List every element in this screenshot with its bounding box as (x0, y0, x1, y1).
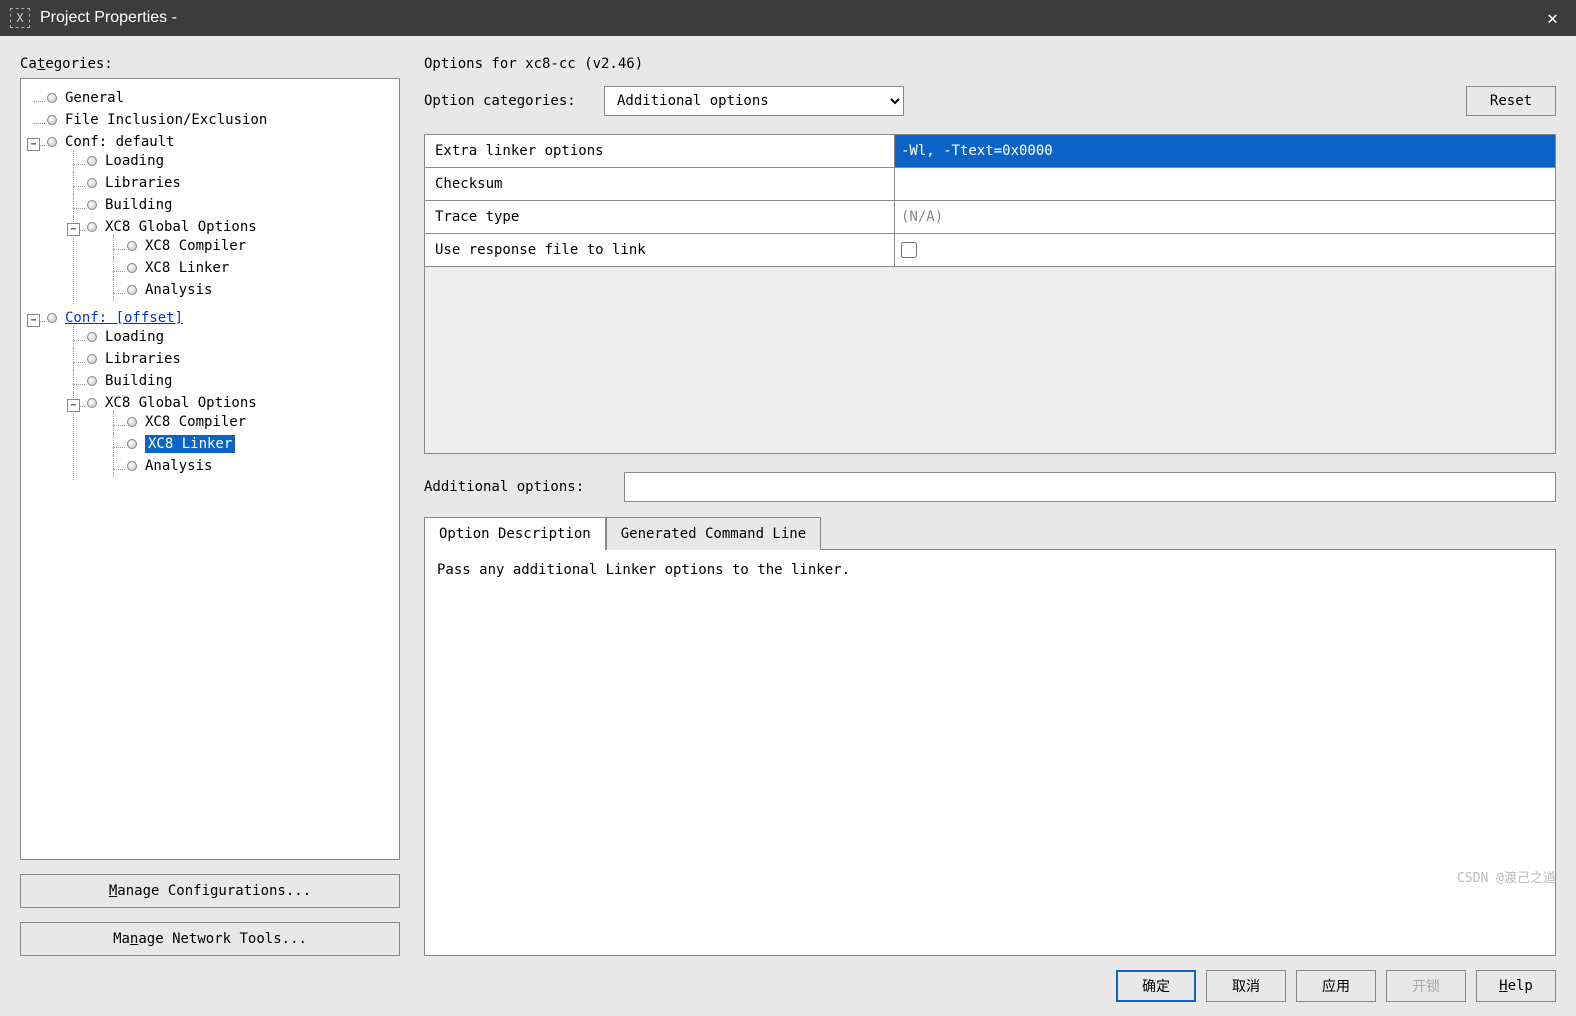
tree-item-general[interactable]: General (27, 87, 393, 109)
tree-item-analysis-offset[interactable]: Analysis (107, 455, 393, 477)
tree-item-xc8-linker-offset-selected[interactable]: XC8 Linker (107, 433, 393, 455)
app-icon: X (10, 8, 30, 28)
tree-item-loading[interactable]: Loading (67, 150, 393, 172)
manage-configurations-button[interactable]: Manage Configurations... (20, 874, 400, 908)
help-button[interactable]: Help (1476, 970, 1556, 1002)
tree-item-xc8-global-offset[interactable]: −XC8 Global Options XC8 Compiler XC8 Lin… (67, 392, 393, 480)
use-response-file-checkbox[interactable] (901, 242, 917, 258)
tab-generated-command-line[interactable]: Generated Command Line (606, 517, 821, 550)
tree-item-xc8-compiler[interactable]: XC8 Compiler (107, 235, 393, 257)
collapse-icon[interactable]: − (27, 314, 40, 327)
categories-tree[interactable]: General File Inclusion/Exclusion −Conf: … (20, 78, 400, 860)
row-checksum[interactable]: Checksum (425, 168, 1555, 201)
tree-item-xc8-compiler-offset[interactable]: XC8 Compiler (107, 411, 393, 433)
tree-item-building-offset[interactable]: Building (67, 370, 393, 392)
tree-item-file-inclusion[interactable]: File Inclusion/Exclusion (27, 109, 393, 131)
reset-button[interactable]: Reset (1466, 86, 1556, 116)
unlock-button: 开锁 (1386, 970, 1466, 1002)
tab-option-description[interactable]: Option Description (424, 517, 606, 550)
tree-item-analysis[interactable]: Analysis (107, 279, 393, 301)
tree-item-xc8-global[interactable]: −XC8 Global Options XC8 Compiler XC8 Lin… (67, 216, 393, 304)
categories-label: Categories: (20, 56, 400, 72)
additional-options-label: Additional options: (424, 479, 624, 495)
options-table: Extra linker options Checksum Trace type… (424, 134, 1556, 454)
ok-button[interactable]: 确定 (1116, 970, 1196, 1002)
apply-button[interactable]: 应用 (1296, 970, 1376, 1002)
row-trace-type[interactable]: Trace type (N/A) (425, 201, 1555, 234)
trace-type-value: (N/A) (895, 201, 1555, 233)
tree-item-libraries-offset[interactable]: Libraries (67, 348, 393, 370)
titlebar: X Project Properties - ✕ (0, 0, 1576, 36)
tree-item-xc8-linker[interactable]: XC8 Linker (107, 257, 393, 279)
option-categories-select[interactable]: Additional options (604, 86, 904, 116)
row-use-response-file[interactable]: Use response file to link (425, 234, 1555, 267)
collapse-icon[interactable]: − (27, 138, 40, 151)
option-categories-label: Option categories: (424, 93, 604, 109)
tree-item-loading-offset[interactable]: Loading (67, 326, 393, 348)
checksum-input[interactable] (901, 176, 1549, 192)
tree-item-conf-default[interactable]: −Conf: default Loading Libraries Buildin… (27, 131, 393, 307)
collapse-icon[interactable]: − (67, 223, 80, 236)
tree-item-building[interactable]: Building (67, 194, 393, 216)
cancel-button[interactable]: 取消 (1206, 970, 1286, 1002)
options-title: Options for xc8-cc (v2.46) (424, 56, 1556, 72)
tree-item-conf-offset[interactable]: −Conf: [offset] Loading Libraries Buildi… (27, 307, 393, 483)
window-title: Project Properties - (40, 9, 1539, 27)
dialog-footer: 确定 取消 应用 开锁 Help (20, 956, 1556, 1006)
close-icon[interactable]: ✕ (1539, 8, 1566, 29)
additional-options-input[interactable] (624, 472, 1556, 502)
manage-network-tools-button[interactable]: Manage Network Tools... (20, 922, 400, 956)
description-text: Pass any additional Linker options to th… (424, 549, 1556, 956)
row-extra-linker-options[interactable]: Extra linker options (425, 135, 1555, 168)
extra-linker-options-input[interactable] (901, 143, 1549, 159)
tree-item-libraries[interactable]: Libraries (67, 172, 393, 194)
collapse-icon[interactable]: − (67, 399, 80, 412)
